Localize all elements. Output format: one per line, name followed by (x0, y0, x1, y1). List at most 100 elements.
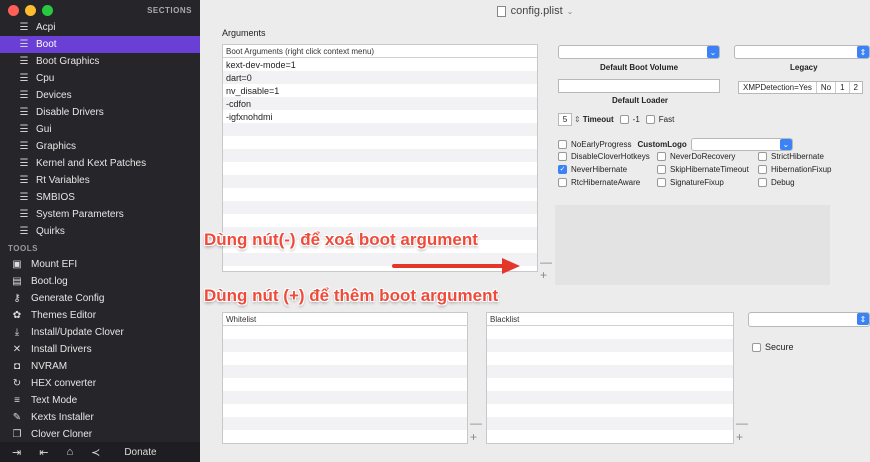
blacklist-remove-button[interactable]: — (736, 416, 748, 430)
tools-icon: ✕ (12, 344, 22, 355)
xmp-detection-segment[interactable]: XMPDetection=Yes No 1 2 (738, 81, 863, 94)
customlogo-label: CustomLogo (637, 140, 687, 149)
tool-boot-log[interactable]: ▤ Boot.log (0, 273, 200, 290)
sidebar-item-boot-graphics[interactable]: ☰ Boot Graphics (0, 53, 200, 70)
secure-boot-select[interactable]: ⇕ (748, 312, 870, 327)
window-controls (8, 5, 53, 16)
import-icon[interactable]: ⇤ (39, 446, 48, 459)
checkbox-label: SignatureFixup (670, 178, 724, 187)
boot-argument-row[interactable]: nv_disable=1 (223, 84, 537, 97)
tool-label: NVRAM (31, 361, 68, 372)
stricthibernate-checkbox[interactable] (758, 152, 767, 161)
sidebar-item-system-parameters[interactable]: ☰ System Parameters (0, 206, 200, 223)
chevron-down-icon[interactable]: ⌄ (567, 7, 574, 16)
sidebar-item-devices[interactable]: ☰ Devices (0, 87, 200, 104)
add-argument-button[interactable]: + (540, 268, 547, 282)
rtchibernateaware-checkbox[interactable] (558, 178, 567, 187)
install-icon: ⤓ (14, 327, 20, 338)
tool-kexts-installer[interactable]: ✎ Kexts Installer (0, 409, 200, 426)
checkbox-label: DisableCloverHotkeys (571, 152, 650, 161)
tool-themes-editor[interactable]: ✿ Themes Editor (0, 307, 200, 324)
home-icon[interactable]: ⌂ (66, 446, 73, 458)
stepper-icon[interactable]: ⇕ (574, 115, 581, 124)
exit-icon[interactable]: ⇥ (12, 446, 21, 459)
updown-icon: ⇕ (857, 46, 869, 58)
chevron-down-icon: ⌄ (707, 46, 719, 58)
blacklist-add-button[interactable]: + (736, 430, 743, 444)
sidebar-item-disable-drivers[interactable]: ☰ Disable Drivers (0, 104, 200, 121)
sidebar-item-rt-variables[interactable]: ☰ Rt Variables (0, 172, 200, 189)
debug-checkbox[interactable] (758, 178, 767, 187)
tool-text-mode[interactable]: ≡ Text Mode (0, 392, 200, 409)
sidebar-item-graphics[interactable]: ☰ Graphics (0, 138, 200, 155)
list-icon: ☰ (19, 107, 29, 118)
share-icon[interactable]: ≺ (91, 446, 100, 459)
window-titlebar: config.plist ⌄ (200, 0, 870, 22)
disablecloverhotkeys-checkbox[interactable] (558, 152, 567, 161)
xmp-option-1[interactable]: 1 (836, 82, 850, 93)
fast-label: Fast (658, 115, 675, 124)
legacy-select[interactable]: ⇕ (734, 45, 870, 59)
default-loader-field[interactable] (558, 79, 720, 93)
secure-checkbox[interactable] (752, 342, 761, 352)
sidebar-footer: ⇥ ⇤ ⌂ ≺ Donate (0, 442, 200, 462)
tool-generate-config[interactable]: ⚷ Generate Config (0, 290, 200, 307)
checkbox-label: HibernationFixup (771, 165, 832, 174)
sidebar-item-label: System Parameters (36, 209, 124, 220)
signaturefixup-checkbox[interactable] (657, 178, 666, 187)
blacklist-list[interactable]: Blacklist (486, 312, 734, 444)
minimize-window-button[interactable] (25, 5, 36, 16)
sidebar-item-kernel-kext-patches[interactable]: ☰ Kernel and Kext Patches (0, 155, 200, 172)
sidebar-item-gui[interactable]: ☰ Gui (0, 121, 200, 138)
sidebar-item-label: Acpi (36, 22, 56, 33)
neverhibernate-checkbox[interactable]: ✓ (558, 165, 567, 174)
default-boot-volume-select[interactable]: ⌄ (558, 45, 720, 59)
tool-nvram[interactable]: ◘ NVRAM (0, 358, 200, 375)
sidebar-item-label: Cpu (36, 73, 55, 84)
sidebar-item-label: Kernel and Kext Patches (36, 158, 147, 169)
sidebar-item-boot[interactable]: ☰ Boot (0, 36, 200, 53)
tool-clover-cloner[interactable]: ❐ Clover Cloner (0, 426, 200, 443)
tool-hex-converter[interactable]: ↻ HEX converter (0, 375, 200, 392)
whitelist-add-button[interactable]: + (470, 430, 477, 444)
xmp-option-2[interactable]: 2 (850, 82, 862, 93)
refresh-icon: ↻ (12, 378, 22, 389)
tool-install-drivers[interactable]: ✕ Install Drivers (0, 341, 200, 358)
sidebar-item-acpi[interactable]: ☰ Acpi (0, 19, 200, 36)
list-icon: ☰ (19, 175, 29, 186)
boot-argument-row[interactable]: -igfxnohdmi (223, 110, 537, 123)
whitelist-list[interactable]: Whitelist (222, 312, 468, 444)
hibernationfixup-checkbox[interactable] (758, 165, 767, 174)
tool-label: HEX converter (31, 378, 97, 389)
remove-argument-button[interactable]: — (540, 255, 552, 269)
early-progress-row: NoEarlyProgress CustomLogo ⌄ (558, 138, 793, 151)
tool-mount-efi[interactable]: ▣ Mount EFI (0, 256, 200, 273)
fast-checkbox[interactable] (645, 115, 655, 124)
palette-icon: ✿ (12, 310, 22, 321)
donate-button[interactable]: Donate (124, 447, 156, 458)
boot-argument-row[interactable]: -cdfon (223, 97, 537, 110)
document-icon (496, 5, 506, 17)
sidebar-item-cpu[interactable]: ☰ Cpu (0, 70, 200, 87)
boot-argument-row[interactable]: kext-dev-mode=1 (223, 58, 537, 71)
sidebar-item-label: Graphics (36, 141, 77, 152)
whitelist-remove-button[interactable]: — (470, 416, 482, 430)
close-window-button[interactable] (8, 5, 19, 16)
chip-icon: ◘ (13, 361, 21, 372)
customlogo-select[interactable]: ⌄ (690, 138, 793, 151)
sidebar-item-smbios[interactable]: ☰ SMBIOS (0, 189, 200, 206)
boot-argument-row[interactable]: dart=0 (223, 71, 537, 84)
noearlyprogress-checkbox[interactable] (558, 140, 567, 149)
zoom-window-button[interactable] (42, 5, 53, 16)
skiphibernatetimeout-checkbox[interactable] (657, 165, 666, 174)
timeout-field[interactable]: 5 (558, 113, 572, 126)
tool-install-update-clover[interactable]: ⤓ Install/Update Clover (0, 324, 200, 341)
default-loader-label: Default Loader (612, 96, 669, 105)
neverdorecovery-checkbox[interactable] (657, 152, 666, 161)
sidebar-item-quirks[interactable]: ☰ Quirks (0, 223, 200, 240)
minus1-checkbox[interactable] (619, 115, 629, 124)
tool-label: Themes Editor (31, 310, 97, 321)
window-title: config.plist (510, 5, 563, 17)
xmp-option-no[interactable]: No (817, 82, 837, 93)
list-icon: ☰ (19, 158, 29, 169)
